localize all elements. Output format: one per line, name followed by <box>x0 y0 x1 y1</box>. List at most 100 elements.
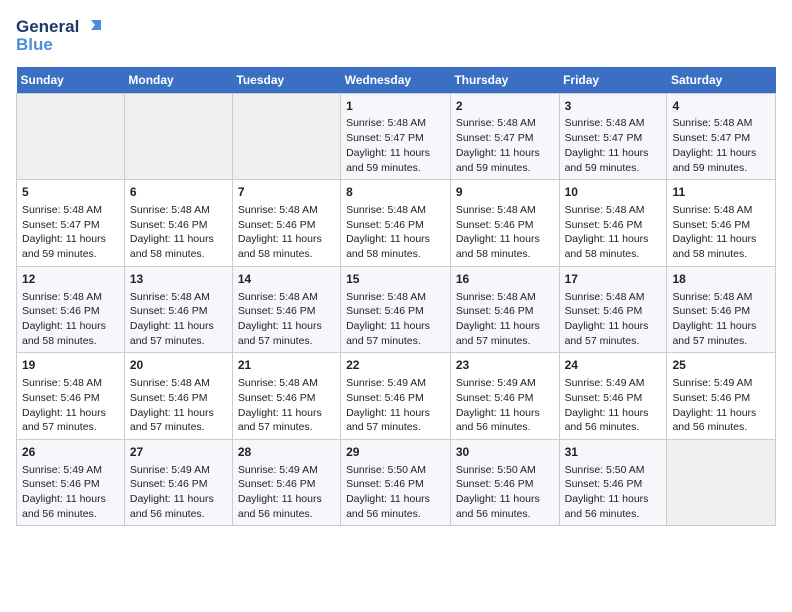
day-number: 21 <box>238 357 335 374</box>
sunrise-text: Sunrise: 5:48 AM <box>130 377 210 389</box>
daylight-text: Daylight: 11 hours and 56 minutes. <box>238 493 322 520</box>
header-monday: Monday <box>124 67 232 94</box>
day-cell-9: 9Sunrise: 5:48 AMSunset: 5:46 PMDaylight… <box>450 180 559 267</box>
empty-cell <box>667 439 776 526</box>
sunset-text: Sunset: 5:46 PM <box>565 478 643 490</box>
day-cell-12: 12Sunrise: 5:48 AMSunset: 5:46 PMDayligh… <box>17 266 125 353</box>
day-cell-2: 2Sunrise: 5:48 AMSunset: 5:47 PMDaylight… <box>450 93 559 180</box>
sunset-text: Sunset: 5:46 PM <box>238 305 316 317</box>
sunrise-text: Sunrise: 5:49 AM <box>456 377 536 389</box>
sunrise-text: Sunrise: 5:48 AM <box>346 291 426 303</box>
day-cell-24: 24Sunrise: 5:49 AMSunset: 5:46 PMDayligh… <box>559 353 667 440</box>
sunset-text: Sunset: 5:46 PM <box>346 392 424 404</box>
daylight-text: Daylight: 11 hours and 56 minutes. <box>130 493 214 520</box>
daylight-text: Daylight: 11 hours and 58 minutes. <box>238 233 322 260</box>
logo-text: General <box>16 18 79 37</box>
day-cell-25: 25Sunrise: 5:49 AMSunset: 5:46 PMDayligh… <box>667 353 776 440</box>
sunrise-text: Sunrise: 5:48 AM <box>456 291 536 303</box>
header-thursday: Thursday <box>450 67 559 94</box>
sunrise-text: Sunrise: 5:48 AM <box>456 204 536 216</box>
sunrise-text: Sunrise: 5:48 AM <box>565 117 645 129</box>
sunset-text: Sunset: 5:46 PM <box>346 219 424 231</box>
calendar-table: SundayMondayTuesdayWednesdayThursdayFrid… <box>16 67 776 527</box>
sunrise-text: Sunrise: 5:50 AM <box>456 464 536 476</box>
sunrise-text: Sunrise: 5:49 AM <box>238 464 318 476</box>
empty-cell <box>17 93 125 180</box>
sunset-text: Sunset: 5:46 PM <box>346 305 424 317</box>
week-row-5: 26 Sunrise: 5:49 AM Sunset: 5:46 PM Dayligh… <box>17 439 776 526</box>
sunrise-text: Sunrise: 5:48 AM <box>238 204 318 216</box>
day-number: 31 <box>565 444 662 461</box>
sunset-text: Sunset: 5:47 PM <box>22 219 100 231</box>
daylight-text: Daylight: 11 hours and 56 minutes. <box>456 493 540 520</box>
header-saturday: Saturday <box>667 67 776 94</box>
daylight-text: Daylight: 11 hours and 57 minutes. <box>22 407 106 434</box>
day-number: 30 <box>456 444 554 461</box>
sunrise-text: Sunrise: 5:49 AM <box>130 464 210 476</box>
sunset-text: Sunset: 5:46 PM <box>456 392 534 404</box>
sunset-text: Sunset: 5:46 PM <box>238 219 316 231</box>
sunset-text: Sunset: 5:46 PM <box>22 305 100 317</box>
day-number: 11 <box>672 184 770 201</box>
daylight-text: Daylight: 11 hours and 57 minutes. <box>456 320 540 347</box>
sunset-text: Sunset: 5:46 PM <box>565 305 643 317</box>
empty-cell <box>232 93 340 180</box>
daylight-text: Daylight: 11 hours and 57 minutes. <box>565 320 649 347</box>
daylight-text: Daylight: 11 hours and 58 minutes. <box>456 233 540 260</box>
sunrise-text: Sunrise: 5:48 AM <box>22 204 102 216</box>
day-cell-18: 18Sunrise: 5:48 AMSunset: 5:46 PMDayligh… <box>667 266 776 353</box>
sunset-text: Sunset: 5:46 PM <box>238 478 316 490</box>
day-number: 3 <box>565 98 662 115</box>
sunrise-text: Sunrise: 5:48 AM <box>346 117 426 129</box>
day-number: 5 <box>22 184 119 201</box>
day-cell-26: 26Sunrise: 5:49 AMSunset: 5:46 PMDayligh… <box>17 439 125 526</box>
day-number: 7 <box>238 184 335 201</box>
day-cell-5: 5 Sunrise: 5:48 AM Sunset: 5:47 PM Daylight… <box>17 180 125 267</box>
day-cell-29: 29Sunrise: 5:50 AMSunset: 5:46 PMDayligh… <box>341 439 451 526</box>
daylight-text: Daylight: 11 hours and 57 minutes. <box>238 320 322 347</box>
sunrise-text: Sunrise: 5:48 AM <box>672 204 752 216</box>
daylight-text: Daylight: 11 hours and 59 minutes. <box>346 147 430 174</box>
day-cell-6: 6Sunrise: 5:48 AMSunset: 5:46 PMDaylight… <box>124 180 232 267</box>
day-cell-27: 27Sunrise: 5:49 AMSunset: 5:46 PMDayligh… <box>124 439 232 526</box>
day-number: 14 <box>238 271 335 288</box>
day-number: 24 <box>565 357 662 374</box>
sunrise-text: Sunrise: 5:48 AM <box>565 204 645 216</box>
daylight-text: Daylight: 11 hours and 59 minutes. <box>672 147 756 174</box>
sunset-text: Sunset: 5:47 PM <box>672 132 750 144</box>
daylight-text: Daylight: 11 hours and 56 minutes. <box>565 493 649 520</box>
day-cell-30: 30Sunrise: 5:50 AMSunset: 5:46 PMDayligh… <box>450 439 559 526</box>
sunset-text: Sunset: 5:46 PM <box>238 392 316 404</box>
sunset-text: Sunset: 5:46 PM <box>346 478 424 490</box>
daylight-text: Daylight: 11 hours and 58 minutes. <box>22 320 106 347</box>
sunset-text: Sunset: 5:46 PM <box>672 219 750 231</box>
sunset-text: Sunset: 5:46 PM <box>672 392 750 404</box>
day-cell-23: 23Sunrise: 5:49 AMSunset: 5:46 PMDayligh… <box>450 353 559 440</box>
day-number: 20 <box>130 357 227 374</box>
day-cell-14: 14 Sunrise: 5:48 AM Sunset: 5:46 PM Dayligh… <box>232 266 340 353</box>
sunrise-text: Sunrise: 5:49 AM <box>565 377 645 389</box>
daylight-text: Daylight: 11 hours and 57 minutes. <box>346 407 430 434</box>
day-number: 19 <box>22 357 119 374</box>
week-row-1: 1Sunrise: 5:48 AMSunset: 5:47 PMDaylight… <box>17 93 776 180</box>
day-number: 26 <box>22 444 119 461</box>
sunrise-text: Sunrise: 5:48 AM <box>22 377 102 389</box>
sunset-text: Sunset: 5:47 PM <box>346 132 424 144</box>
day-cell-10: 10Sunrise: 5:48 AMSunset: 5:46 PMDayligh… <box>559 180 667 267</box>
empty-cell <box>124 93 232 180</box>
day-number: 13 <box>130 271 227 288</box>
sunrise-text: Sunrise: 5:48 AM <box>238 291 318 303</box>
day-number: 28 <box>238 444 335 461</box>
daylight-text: Daylight: 11 hours and 56 minutes. <box>456 407 540 434</box>
daylight-text: Daylight: 11 hours and 59 minutes. <box>22 233 106 260</box>
daylight-text: Daylight: 11 hours and 58 minutes. <box>130 233 214 260</box>
daylight-text: Daylight: 11 hours and 56 minutes. <box>565 407 649 434</box>
daylight-text: Daylight: 11 hours and 58 minutes. <box>672 233 756 260</box>
day-cell-31: 31Sunrise: 5:50 AMSunset: 5:46 PMDayligh… <box>559 439 667 526</box>
daylight-text: Daylight: 11 hours and 56 minutes. <box>346 493 430 520</box>
sunset-text: Sunset: 5:46 PM <box>130 219 208 231</box>
daylight-text: Daylight: 11 hours and 57 minutes. <box>346 320 430 347</box>
logo: General Blue <box>16 16 103 55</box>
logo-blue-text: Blue <box>16 36 53 55</box>
sunrise-text: Sunrise: 5:48 AM <box>346 204 426 216</box>
